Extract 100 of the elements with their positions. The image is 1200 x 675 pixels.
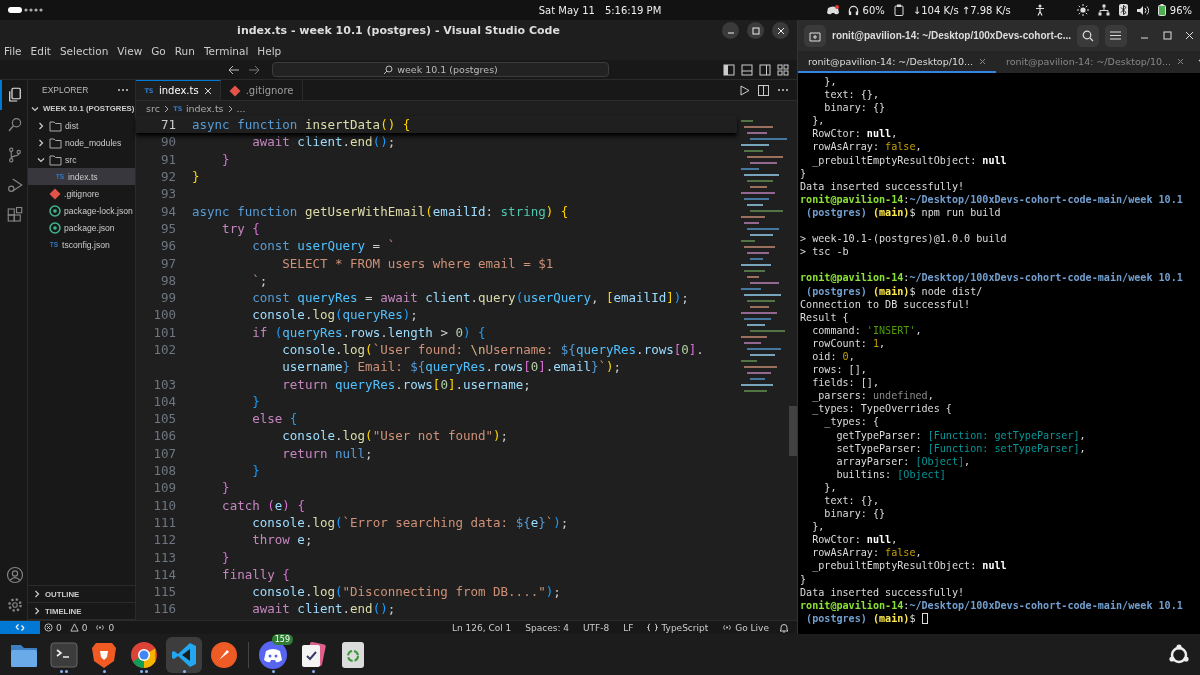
- line-number: 113: [152, 549, 176, 565]
- terminal-line: },: [823, 480, 838, 494]
- line-number: 91: [159, 151, 176, 167]
- terminal-line: (postgres) (main)$: [800, 611, 1200, 625]
- code-line: await client.end();: [251, 134, 396, 150]
- terminal-line: binary: {}: [823, 101, 887, 115]
- terminal-line: rowAsArray: false,: [811, 140, 923, 154]
- terminal-line: ronit@pavilion-14:~/Desktop/100xDevs-cohort-code-main/week 10.1: [800, 271, 1184, 285]
- menu-item[interactable]: Selection: [59, 44, 109, 57]
- code-line: console.log("Disconnecting from DB....");: [251, 584, 561, 600]
- terminal-line: Data inserted successfully!: [800, 179, 966, 193]
- code-line: }: [221, 549, 230, 565]
- menu-item[interactable]: Edit: [30, 44, 51, 57]
- line-number: 111: [152, 514, 176, 530]
- code-line: console.log(`User found: \nUsername: ${queryRes.rows[0].: [281, 342, 704, 357]
- line-number: 106: [152, 428, 176, 444]
- line-number: 100: [152, 307, 176, 323]
- tree-entry[interactable]: node_modules: [28, 134, 135, 151]
- code-line: catch (e) {: [221, 497, 305, 513]
- language-status[interactable]: TypeScript: [643, 622, 713, 633]
- code-line: console.log(queryRes);: [251, 307, 418, 323]
- date[interactable]: Sat May 11: [538, 4, 595, 16]
- code-line: finally {: [221, 566, 290, 582]
- terminal-tab[interactable]: ronit@pavilion-14: ~/Desktop/10...: [996, 51, 1195, 73]
- status-item[interactable]: Ln 126, Col 1: [447, 622, 516, 633]
- terminal-line: oid: 0,: [811, 349, 856, 364]
- terminal-line: > week-10.1-(postgres)@1.0.0 build: [800, 232, 1008, 246]
- terminal-line: ronit@pavilion-14:~/Desktop/100xDevs-cohort-code-main/week 10.1: [800, 192, 1184, 206]
- menu-item[interactable]: Help: [257, 44, 282, 57]
- terminal-tab[interactable]: ronit@pavilion-14: ~/Desktop/10...: [798, 51, 997, 73]
- menu-item[interactable]: File: [4, 44, 22, 57]
- line-number: 109: [152, 480, 176, 496]
- code-line: console.log(`Error searching data: ${e}`);: [251, 514, 569, 530]
- code-line: const queryRes = await client.query(userQuery, [emailId]);: [251, 290, 689, 306]
- breadcrumb[interactable]: src: [146, 103, 160, 114]
- sidebar-title: EXPLORER: [42, 85, 89, 95]
- notification-badge: 159: [271, 633, 293, 645]
- code-line: return queryRes.rows[0].username;: [281, 376, 531, 392]
- terminal-line: > tsc -b: [800, 245, 850, 259]
- code-line: try {: [221, 220, 260, 236]
- code-line: await client.end();: [251, 601, 396, 617]
- line-number: 107: [152, 445, 176, 461]
- terminal-line: fields: [],: [811, 376, 880, 390]
- terminal-line: Result {: [800, 310, 850, 324]
- code-line: return null;: [281, 445, 373, 461]
- line-number: 98: [159, 272, 176, 288]
- breadcrumb[interactable]: ...: [236, 103, 246, 114]
- errors-status[interactable]: 0: [40, 622, 66, 633]
- tree-entry[interactable]: .gitignore: [28, 185, 135, 202]
- warnings-status[interactable]: 0: [65, 622, 92, 633]
- terminal-line: binary: {}: [823, 507, 887, 521]
- editor-tab[interactable]: .gitignore: [220, 80, 303, 100]
- terminal-line: RowCtor: null,: [811, 533, 899, 547]
- line-number: 110: [152, 497, 176, 513]
- terminal-line: _prebuiltEmptyResultObject: null: [811, 559, 1008, 573]
- line-number: 116: [152, 601, 176, 617]
- terminal-line: _types: {: [823, 415, 880, 429]
- tree-entry[interactable]: package-lock.json: [28, 202, 135, 219]
- terminal-line: (postgres) (main)$ node dist/: [805, 284, 984, 298]
- terminal-line: RowCtor: null,: [811, 127, 899, 141]
- terminal-line: (postgres) (main)$ npm run build: [805, 205, 1002, 220]
- code-line: username} Email: ${queryRes.rows[0].email}`);: [281, 359, 622, 375]
- breadcrumb[interactable]: index.ts: [185, 103, 224, 114]
- line-number: 97: [159, 255, 176, 271]
- line-number: 104: [152, 393, 176, 409]
- line-number: 94: [159, 203, 176, 219]
- menu-item[interactable]: View: [117, 44, 143, 57]
- terminal-line: text: {},: [823, 494, 880, 508]
- battery-level: 96%: [1169, 4, 1192, 16]
- terminal-line: Data inserted successfully!: [800, 585, 966, 599]
- status-item[interactable]: Spaces: 4: [521, 622, 574, 633]
- menu-item[interactable]: Go: [151, 44, 166, 57]
- menu-item[interactable]: Run: [174, 44, 195, 57]
- terminal-line: },: [811, 520, 826, 534]
- go-live-button[interactable]: Go Live: [718, 622, 773, 633]
- terminal-line: _types: TypeOverrides {: [811, 402, 953, 416]
- terminal-line: },: [823, 75, 838, 89]
- line-number: 105: [152, 411, 176, 427]
- tree-entry[interactable]: src: [28, 151, 135, 168]
- ports-status[interactable]: 0: [91, 622, 119, 633]
- menu-item[interactable]: Terminal: [203, 44, 249, 57]
- line-number: 103: [152, 376, 176, 392]
- terminal-line: rows: [],: [811, 363, 868, 377]
- terminal-line: _prebuiltEmptyResultObject: null: [811, 153, 1008, 167]
- line-number: 95: [159, 220, 176, 236]
- terminal-line: rowCount: 1,: [811, 336, 887, 350]
- terminal-line: getTypeParser: [Function: getTypeParser],: [835, 428, 1087, 442]
- line-number: 102: [152, 342, 176, 357]
- terminal-line: builtins: [Object]: [835, 467, 947, 481]
- dock-app[interactable]: 159: [255, 636, 291, 673]
- tree-entry[interactable]: package.json: [28, 219, 135, 236]
- status-item[interactable]: LF: [619, 622, 638, 633]
- code-line: }: [221, 480, 230, 496]
- line-number: 112: [152, 532, 176, 548]
- tree-entry[interactable]: dist: [28, 117, 135, 134]
- line-number: 101: [152, 324, 176, 340]
- status-item[interactable]: UTF-8: [579, 622, 614, 633]
- command-center[interactable]: week 10.1 (postgres): [272, 62, 609, 77]
- code-line: `;: [251, 272, 268, 288]
- clock[interactable]: 5:16:19 PM: [604, 4, 662, 16]
